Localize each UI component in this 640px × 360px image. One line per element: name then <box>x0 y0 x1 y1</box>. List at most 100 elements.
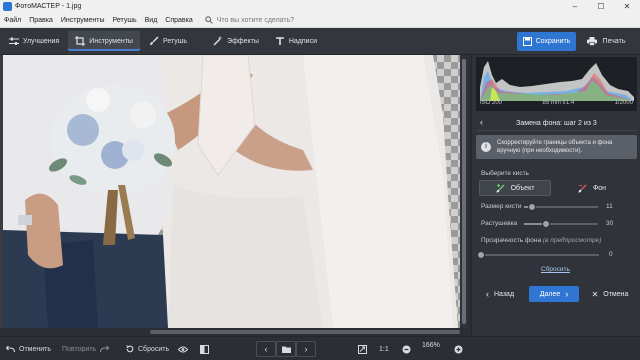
tab-retouch[interactable]: Ретушь <box>142 31 194 51</box>
menu-file[interactable]: Файл <box>0 17 25 24</box>
vertical-scroll-thumb[interactable] <box>462 59 466 324</box>
back-label: Назад <box>493 290 515 298</box>
tab-label: Ретушь <box>162 37 188 45</box>
image-canvas[interactable] <box>0 55 468 328</box>
chevron-left-icon: ‹ <box>485 289 489 299</box>
search-icon <box>205 16 213 24</box>
magic-wand-icon <box>213 36 223 46</box>
brush-object-button[interactable]: Объект <box>479 180 551 196</box>
iso-value: ISO 200 <box>480 100 503 106</box>
command-search[interactable]: Что вы хотите сделать? <box>205 16 294 24</box>
opacity-knob[interactable] <box>477 251 485 259</box>
histogram-graph <box>480 61 634 101</box>
reset-label: Сбросить <box>138 345 170 353</box>
actual-size-button[interactable]: 1:1 <box>379 342 389 356</box>
vertical-scrollbar[interactable] <box>460 55 468 328</box>
cancel-button[interactable]: ✕ Отмена <box>585 286 635 302</box>
horizontal-scroll-thumb[interactable] <box>150 330 460 334</box>
floppy-disk-icon <box>522 37 532 46</box>
zoom-out-icon <box>402 345 411 353</box>
menu-tools[interactable]: Инструменты <box>57 17 109 24</box>
opacity-label-row: Прозрачность фона (в предпросмотре) <box>481 237 601 244</box>
wedding-photo[interactable] <box>3 55 460 328</box>
wizard-nav: ‹ Назад Далее › ✕ Отмена <box>475 286 636 302</box>
window-titlebar: ФотоМАСТЕР - 1.jpg – ☐ ✕ <box>0 0 640 13</box>
chevron-right-icon: › <box>565 289 569 299</box>
zoom-in-button[interactable] <box>454 342 467 356</box>
undo-button[interactable]: Отменить <box>6 342 51 356</box>
info-icon: i <box>481 142 491 152</box>
menu-help[interactable]: Справка <box>161 17 196 24</box>
brush-size-label: Размер кисти <box>481 203 522 210</box>
feather-slider[interactable] <box>524 220 598 228</box>
step-title: Замена фона: шаг 2 из 3 <box>516 119 597 127</box>
brush-size-value: 11 <box>606 203 613 210</box>
menu-retouch[interactable]: Ретушь <box>109 17 141 24</box>
bottom-bar: Отменить Повторить Сбросить ‹ › 1:1 166% <box>0 336 640 360</box>
text-icon <box>275 37 284 45</box>
fit-to-screen-button[interactable] <box>358 342 371 356</box>
redo-icon <box>100 345 110 352</box>
next-button[interactable]: Далее › <box>529 286 579 302</box>
tab-label: Надписи <box>288 37 318 45</box>
choose-brush-label: Выберите кисть <box>481 170 529 177</box>
feather-value: 30 <box>606 220 614 227</box>
zoom-out-button[interactable] <box>402 342 415 356</box>
chevron-right-icon: › <box>304 344 308 354</box>
chevron-left-icon[interactable]: ‹ <box>480 117 483 127</box>
next-image-button[interactable]: › <box>296 341 316 357</box>
chevron-left-icon: ‹ <box>264 344 268 354</box>
app-logo-icon <box>3 2 12 11</box>
zoom-in-icon <box>454 345 463 353</box>
preview-button[interactable] <box>178 342 192 356</box>
exif-info: ISO 200 85 mm f/1.4 1/2000 <box>476 100 637 106</box>
undo-label: Отменить <box>19 345 51 353</box>
opacity-value: 0 <box>609 251 613 258</box>
next-label: Далее <box>539 290 561 298</box>
undo-icon <box>6 345 15 352</box>
minimize-button[interactable]: – <box>562 0 588 13</box>
brush-plus-icon <box>496 183 505 192</box>
menu-bar: Файл Правка Инструменты Ретушь Вид Справ… <box>0 13 640 28</box>
reset-icon <box>126 345 134 353</box>
tab-enhancements[interactable]: Улучшения <box>2 31 66 51</box>
menu-edit[interactable]: Правка <box>25 17 57 24</box>
previous-image-button[interactable]: ‹ <box>256 341 276 357</box>
print-label: Печать <box>602 38 626 45</box>
print-button[interactable]: Печать <box>580 32 632 51</box>
feather-label: Растушевка <box>481 220 518 227</box>
brush-background-label: Фон <box>592 184 607 192</box>
reset-button[interactable]: Сбросить <box>126 342 169 356</box>
hint-text: Скорректируйте границы объекта и фона вр… <box>497 140 613 154</box>
close-button[interactable]: ✕ <box>614 0 640 13</box>
printer-icon <box>586 37 597 46</box>
main-toolbar: Улучшения Инструменты Ретушь Эффекты Над… <box>0 28 640 55</box>
tab-label: Инструменты <box>89 37 133 45</box>
menu-view[interactable]: Вид <box>141 17 162 24</box>
tab-effects[interactable]: Эффекты <box>206 31 266 51</box>
brush-background-button[interactable]: Фон <box>556 180 628 196</box>
reset-brush-link[interactable]: Сбросить <box>541 266 570 273</box>
eye-icon <box>178 346 188 352</box>
brush-size-slider[interactable] <box>524 203 598 211</box>
tab-text[interactable]: Надписи <box>268 31 324 51</box>
brush-minus-icon <box>578 184 587 192</box>
compare-button[interactable] <box>200 342 213 356</box>
zoom-level[interactable]: 166% <box>422 342 440 349</box>
search-placeholder: Что вы хотите сделать? <box>216 16 295 24</box>
horizontal-scrollbar[interactable] <box>0 328 468 336</box>
crop-icon <box>75 36 86 46</box>
tab-tools[interactable]: Инструменты <box>68 31 140 51</box>
back-button[interactable]: ‹ Назад <box>475 286 525 302</box>
ratio-label: 1:1 <box>379 345 389 353</box>
opacity-slider[interactable] <box>477 251 599 259</box>
compare-icon <box>200 344 209 354</box>
photo-illustration <box>3 55 458 328</box>
close-icon: ✕ <box>591 289 599 299</box>
window-controls: – ☐ ✕ <box>562 0 640 13</box>
open-folder-button[interactable] <box>276 341 296 357</box>
maximize-button[interactable]: ☐ <box>588 0 614 13</box>
redo-button[interactable]: Повторить <box>62 342 113 356</box>
fit-screen-icon <box>358 344 367 354</box>
save-button[interactable]: Сохранить <box>517 32 576 51</box>
